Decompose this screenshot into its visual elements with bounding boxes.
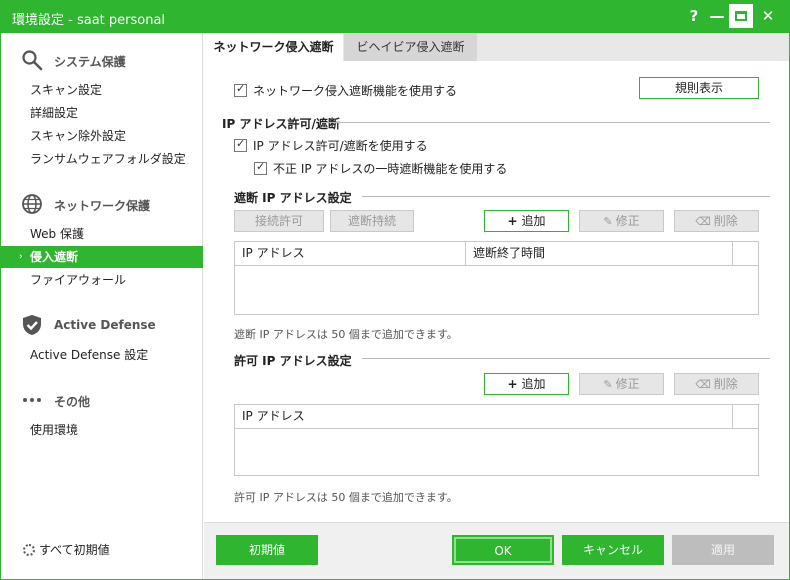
enable-intrusion-block-checkbox[interactable]: ネットワーク侵入遮断機能を使用する (234, 82, 457, 99)
button-label: 追加 (521, 214, 546, 228)
edit-allow-ip-button[interactable]: ✎ 修正 (579, 373, 664, 395)
temp-block-checkbox[interactable]: 不正 IP アドレスの一時遮断機能を使用する (254, 160, 507, 177)
reset-all-label: すべて初期値 (39, 543, 110, 557)
close-button[interactable]: ✕ (756, 4, 780, 28)
tab-network-intrusion[interactable]: ネットワーク侵入遮断 (204, 33, 343, 61)
sidebar-item-advanced-settings[interactable]: 詳細設定 (1, 102, 203, 124)
edit-block-ip-button[interactable]: ✎ 修正 (579, 210, 664, 232)
table-header: IP アドレス (235, 405, 758, 429)
sidebar-section-system: システム保護 (1, 45, 203, 75)
add-allow-ip-button[interactable]: + 追加 (484, 373, 569, 395)
tab-behavior-intrusion[interactable]: ビヘイビア侵入遮断 (344, 33, 477, 61)
chevron-right-icon: › (19, 252, 23, 262)
divider (322, 122, 770, 123)
sidebar-item-environment[interactable]: 使用環境 (1, 419, 203, 441)
tab-strip: ネットワーク侵入遮断 ビヘイビア侵入遮断 (204, 33, 789, 61)
help-button[interactable]: ? (682, 4, 706, 28)
sidebar-section-label: Active Defense (54, 318, 156, 332)
maximize-button[interactable] (729, 4, 753, 28)
reset-all-button[interactable]: すべて初期値 (23, 541, 110, 558)
show-rules-button[interactable]: 規則表示 (639, 77, 759, 99)
sidebar-section-active-defense: Active Defense (1, 310, 203, 340)
sidebar-section-label: その他 (54, 395, 91, 409)
table-header: IP アドレス 遮断終了時間 (235, 242, 758, 266)
search-icon (20, 48, 44, 72)
checkbox-label: ネットワーク侵入遮断機能を使用する (253, 84, 458, 98)
sidebar-item-scan-settings[interactable]: スキャン設定 (1, 79, 203, 101)
footer-bar: 初期値 OK キャンセル 適用 (204, 522, 789, 579)
sidebar-item-intrusion-block[interactable]: › 侵入遮断 (1, 246, 203, 268)
checkbox-label: 不正 IP アドレスの一時遮断機能を使用する (273, 162, 508, 176)
sidebar-item-label: 侵入遮断 (30, 250, 79, 264)
minimize-button[interactable]: — (705, 4, 729, 28)
allow-ip-table[interactable]: IP アドレス (234, 404, 759, 476)
block-ip-heading: 遮断 IP アドレス設定 (234, 191, 352, 205)
button-label: 追加 (521, 377, 546, 391)
pencil-icon: ✎ (603, 215, 613, 228)
allow-ip-limit-note: 許可 IP アドレスは 50 個まで追加できます。 (234, 491, 458, 504)
allow-ip-heading: 許可 IP アドレス設定 (234, 354, 352, 368)
main-panel: ネットワーク侵入遮断機能を使用する 規則表示 IP アドレス許可/遮断 IP ア… (204, 61, 789, 521)
sidebar-section-other: その他 (1, 385, 203, 415)
allow-connection-button[interactable]: 接続許可 (234, 210, 324, 232)
ok-button[interactable]: OK (452, 535, 554, 565)
defaults-button[interactable]: 初期値 (216, 535, 318, 565)
checkbox-checked[interactable] (234, 82, 247, 97)
window-title: 環境設定 - saat personal (12, 13, 166, 28)
title-bar: 環境設定 - saat personal ? — ✕ (0, 0, 790, 33)
button-label: 修正 (615, 214, 640, 228)
divider (362, 358, 770, 359)
sidebar-item-ransomware-folder[interactable]: ランサムウェアフォルダ設定 (1, 148, 203, 170)
sidebar-section-network: ネットワーク保護 (1, 189, 203, 219)
sidebar-section-label: ネットワーク保護 (54, 199, 151, 213)
eraser-icon: ⌫ (695, 215, 711, 228)
sidebar-section-label: システム保護 (54, 55, 126, 69)
ip-allow-block-heading: IP アドレス許可/遮断 (222, 117, 340, 131)
plus-icon: + (507, 214, 518, 228)
add-block-ip-button[interactable]: + 追加 (484, 210, 569, 232)
divider (362, 196, 770, 197)
shield-icon (20, 313, 44, 337)
cancel-button[interactable]: キャンセル (562, 535, 664, 565)
checkbox-label: IP アドレス許可/遮断を使用する (253, 139, 428, 153)
eraser-icon: ⌫ (695, 378, 711, 391)
button-label: 修正 (615, 377, 640, 391)
apply-button[interactable]: 適用 (672, 535, 774, 565)
maximize-icon (735, 11, 747, 21)
keep-blocking-button[interactable]: 遮断持続 (330, 210, 414, 232)
column-ip-address[interactable]: IP アドレス (235, 242, 466, 265)
pencil-icon: ✎ (603, 378, 613, 391)
plus-icon: + (507, 377, 518, 391)
sidebar: システム保護 スキャン設定 詳細設定 スキャン除外設定 ランサムウェアフォルダ設… (1, 33, 203, 579)
button-label: 削除 (713, 377, 738, 391)
use-ip-allow-block-checkbox[interactable]: IP アドレス許可/遮断を使用する (234, 137, 428, 154)
column-ip-address[interactable]: IP アドレス (235, 405, 733, 428)
block-ip-table[interactable]: IP アドレス 遮断終了時間 (234, 241, 759, 315)
button-label: 削除 (713, 214, 738, 228)
sidebar-item-scan-exclusions[interactable]: スキャン除外設定 (1, 125, 203, 147)
delete-allow-ip-button[interactable]: ⌫ 削除 (674, 373, 759, 395)
reset-icon (23, 544, 35, 556)
block-ip-limit-note: 遮断 IP アドレスは 50 個まで追加できます。 (234, 328, 458, 341)
sidebar-item-active-defense-settings[interactable]: Active Defense 設定 (1, 344, 203, 366)
globe-icon (20, 192, 44, 216)
checkbox-checked[interactable] (254, 160, 267, 175)
checkbox-checked[interactable] (234, 137, 247, 152)
delete-block-ip-button[interactable]: ⌫ 削除 (674, 210, 759, 232)
column-block-end-time[interactable]: 遮断終了時間 (466, 242, 733, 265)
more-icon (20, 388, 44, 412)
sidebar-item-firewall[interactable]: ファイアウォール (1, 269, 203, 291)
sidebar-item-web-protection[interactable]: Web 保護 (1, 223, 203, 245)
